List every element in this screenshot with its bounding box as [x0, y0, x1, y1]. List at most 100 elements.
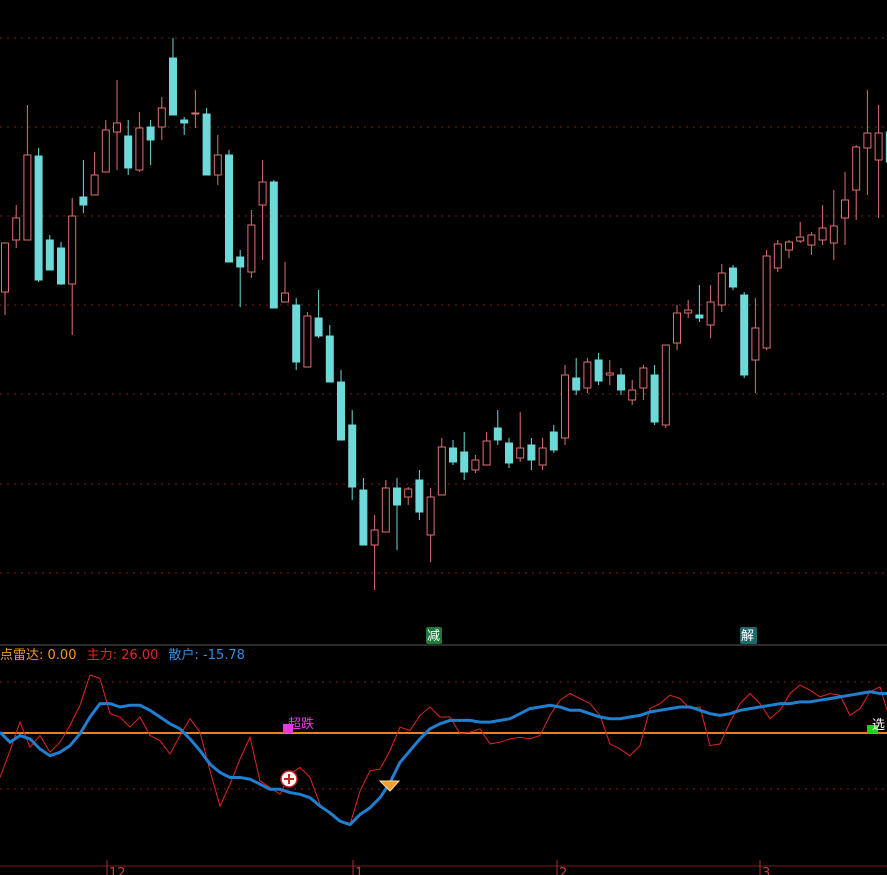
x-tick-label: 3	[762, 866, 770, 875]
sanhu-line	[0, 690, 887, 827]
candle-body	[594, 359, 603, 382]
candle-body	[673, 312, 681, 344]
candle-body	[202, 113, 211, 176]
jie-label: 解	[741, 629, 754, 644]
candle-body	[393, 487, 401, 506]
candle-body	[236, 256, 245, 268]
candle-body	[863, 132, 872, 149]
candle-body	[404, 488, 413, 498]
candle-body	[303, 315, 312, 368]
candle-body	[538, 447, 547, 466]
diamond-signal-icon	[378, 780, 401, 792]
candle-body	[337, 381, 345, 441]
candle-body	[460, 451, 469, 473]
candle-body	[773, 243, 782, 269]
candle-body	[729, 267, 737, 288]
candle-body	[505, 442, 513, 464]
candle-body	[113, 122, 121, 133]
candle-body	[829, 225, 838, 244]
candle-body	[583, 361, 592, 389]
x-tick-label: 12	[109, 866, 126, 875]
candle-body	[169, 57, 177, 116]
candle-body	[146, 126, 155, 141]
candle-body	[370, 529, 379, 546]
candle-body	[135, 127, 144, 171]
candle-body	[785, 241, 793, 251]
candle-body	[874, 132, 883, 161]
candle-body	[471, 459, 480, 471]
candle-body	[796, 236, 805, 242]
candle-body	[101, 129, 110, 173]
candle-body	[1, 242, 9, 293]
candle-body	[426, 496, 435, 536]
candle-body	[359, 489, 368, 546]
candle-body	[527, 444, 536, 461]
candle-body	[661, 344, 670, 426]
candle-body	[706, 301, 715, 326]
candle-body	[684, 309, 693, 314]
candle-body	[180, 119, 189, 124]
zhuli-value: 26.00	[121, 648, 159, 663]
zhuli-legend: 主力: 26.00	[86, 648, 159, 663]
x-tick-label: 2	[559, 866, 567, 875]
jian-label: 减	[427, 629, 440, 644]
candle-body	[449, 447, 457, 463]
candle-body	[818, 227, 827, 241]
candle-body	[852, 146, 861, 191]
candle-body	[157, 107, 166, 128]
candle-body	[751, 327, 760, 361]
candle-body	[68, 215, 77, 285]
candle-body	[841, 199, 849, 219]
candle-body	[79, 196, 88, 206]
candle-body	[225, 154, 233, 263]
candle-body	[561, 374, 569, 439]
candle-body	[57, 247, 65, 285]
sub-markers: 超跌 选	[280, 716, 885, 792]
candle-body	[292, 304, 301, 363]
candle-body	[258, 181, 267, 206]
indicator-value: 0.00	[47, 648, 77, 663]
candle-body	[90, 174, 99, 196]
candle-body	[807, 234, 816, 246]
candle-body	[34, 155, 43, 281]
candlestick-series	[1, 38, 887, 590]
candle-body	[650, 374, 659, 423]
candle-body	[23, 154, 32, 241]
candle-body	[348, 424, 357, 488]
candle-body	[717, 272, 726, 306]
candle-body	[695, 314, 704, 319]
candle-body	[639, 367, 648, 389]
chaodie-label: 超跌	[288, 716, 314, 732]
candle-body	[124, 135, 133, 169]
sanhu-value: -15.78	[203, 648, 245, 663]
signal-markers: 减 解	[426, 627, 757, 644]
candle-body	[314, 317, 323, 337]
candle-body	[493, 427, 502, 441]
candle-body	[415, 479, 424, 513]
candle-body	[628, 389, 637, 401]
indicator-legend: 点雷达: 0.00 主力: 26.00 散户: -15.78	[0, 646, 251, 666]
x-axis: 12 1 2 3	[106, 860, 770, 875]
candle-body	[549, 431, 558, 451]
xuan-label: 选	[872, 718, 885, 733]
candle-body	[381, 487, 390, 533]
candle-body	[605, 372, 614, 376]
candle-body	[213, 154, 222, 176]
candle-body	[269, 181, 278, 309]
chart-canvas: 减 解 超跌 选 12 1 2 3	[0, 37, 887, 875]
candle-body	[762, 255, 771, 349]
candle-body	[191, 112, 200, 115]
candle-body	[572, 377, 581, 391]
candle-body	[12, 217, 21, 241]
x-tick-label: 1	[355, 866, 363, 875]
candle-body	[281, 292, 289, 303]
zhuli-line	[0, 674, 887, 826]
indicator-name: 点雷达: 0.00	[0, 648, 77, 663]
candle-body	[617, 374, 625, 391]
candle-body	[247, 224, 256, 273]
candle-body	[740, 294, 749, 376]
candle-body	[325, 335, 334, 383]
candle-body	[482, 440, 491, 466]
candle-body	[437, 446, 446, 496]
sanhu-legend: 散户: -15.78	[168, 648, 245, 663]
